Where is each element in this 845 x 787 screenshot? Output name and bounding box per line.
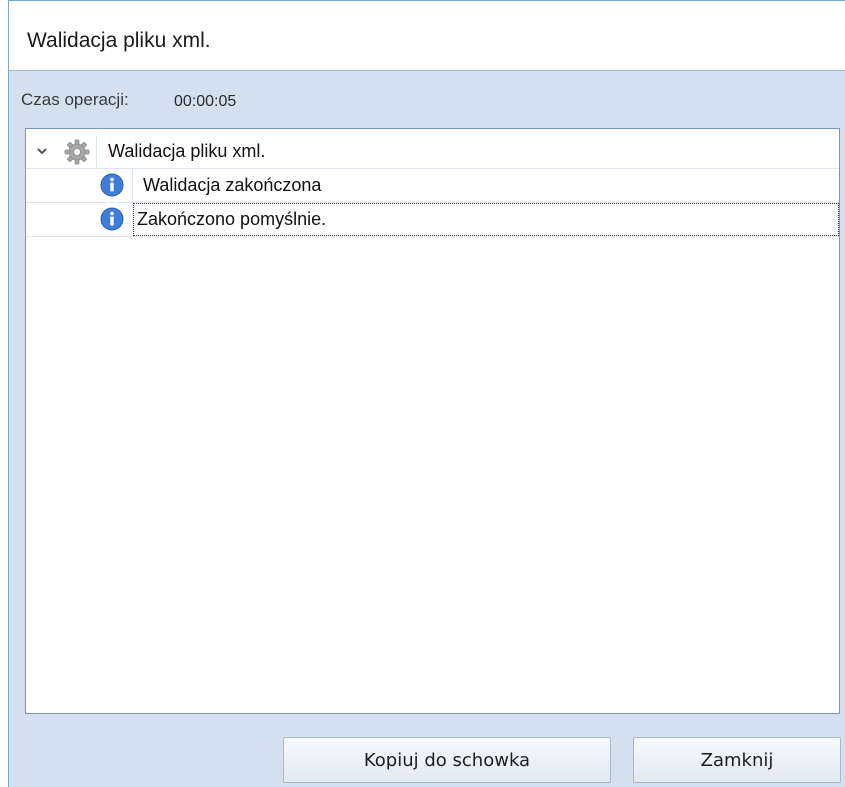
tree-row-root[interactable]: Walidacja pliku xml. xyxy=(26,135,839,169)
copy-to-clipboard-button[interactable]: Kopiuj do schowka xyxy=(283,737,611,783)
gear-icon xyxy=(64,139,90,165)
info-icon xyxy=(100,207,124,231)
tree-row-item[interactable]: Walidacja zakończona xyxy=(26,169,839,203)
tree-row-item-focused[interactable]: Zakończono pomyślnie. xyxy=(26,203,839,237)
tree-item-label: Zakończono pomyślnie. xyxy=(137,209,327,229)
title-bar: Walidacja pliku xml. xyxy=(9,1,845,71)
tree-root-label: Walidacja pliku xml. xyxy=(108,141,266,161)
operation-time-label: Czas operacji: xyxy=(21,90,129,109)
operation-time-value: 00:00:05 xyxy=(174,93,237,110)
validation-dialog: Walidacja pliku xml. Czas operacji: 00:0… xyxy=(8,0,845,787)
results-tree[interactable]: Walidacja pliku xml. Walidacja zakończon… xyxy=(25,128,840,714)
info-icon xyxy=(100,173,124,197)
tree-item-label: Walidacja zakończona xyxy=(143,175,322,195)
chevron-down-icon[interactable] xyxy=(35,144,49,158)
close-button[interactable]: Zamknij xyxy=(633,737,841,783)
dialog-title: Walidacja pliku xml. xyxy=(27,29,211,52)
